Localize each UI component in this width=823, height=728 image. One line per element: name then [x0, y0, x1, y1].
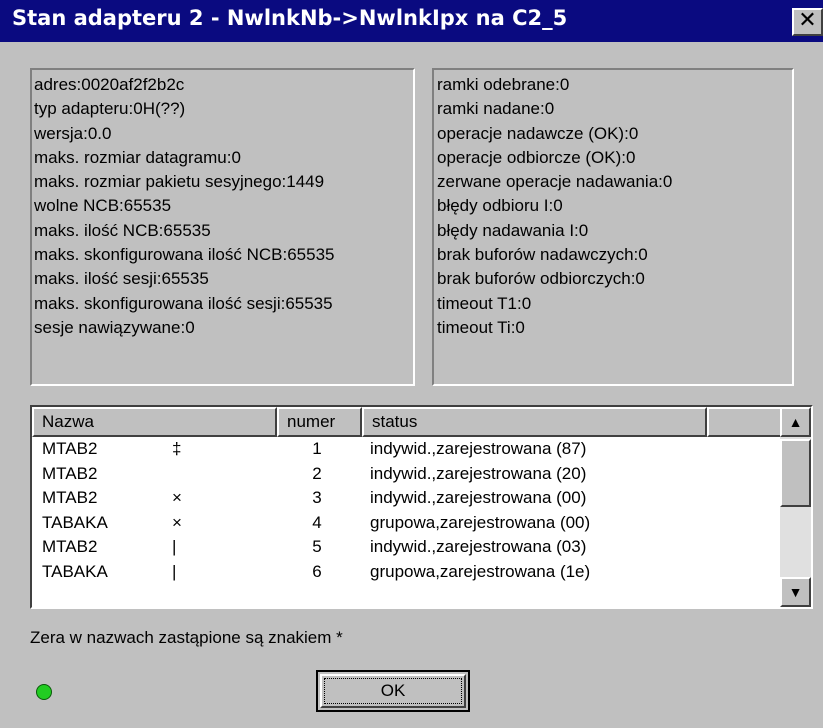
- status-cell: indywid.,zarejestrowana (00): [370, 488, 587, 507]
- number-cell: 1: [312, 439, 322, 458]
- arrow-up-icon: ▲: [788, 414, 803, 430]
- status-cell: grupowa,zarejestrowana (1e): [370, 561, 591, 581]
- scroll-up-button[interactable]: ▲: [780, 407, 811, 437]
- info-line: wolne NCB:65535: [34, 196, 172, 216]
- name-mark: ×: [172, 512, 182, 532]
- name-cell: TABAKA: [42, 512, 108, 532]
- status-cell: indywid.,zarejestrowana (87): [370, 439, 587, 458]
- close-button[interactable]: ✕: [792, 8, 823, 36]
- info-line: maks. rozmiar pakietu sesyjnego:1449: [34, 172, 325, 192]
- info-line: adres:0020af2f2b2c: [34, 75, 185, 94]
- scroll-down-button[interactable]: ▼: [780, 577, 811, 607]
- table-row[interactable]: MTAB2 | 5 indywid.,zarejestrowana (03): [32, 535, 782, 560]
- number-cell: 6: [312, 561, 322, 581]
- name-cell: MTAB2: [42, 537, 98, 556]
- info-line: timeout T1:0: [437, 293, 532, 313]
- names-list[interactable]: Nazwa numer status MTAB2 ‡ 1 indywid.,zarej…: [30, 405, 813, 609]
- name-cell: MTAB2: [42, 488, 98, 507]
- column-header-empty[interactable]: [707, 407, 782, 437]
- info-line: wersja:0.0: [34, 123, 112, 143]
- number-cell: 5: [312, 537, 322, 556]
- info-line: maks. skonfigurowana ilość NCB:65535: [34, 245, 335, 265]
- column-header-numer[interactable]: numer: [277, 407, 362, 437]
- info-line: zerwane operacje nadawania:0: [437, 172, 673, 192]
- name-mark: |: [172, 561, 177, 581]
- name-cell: MTAB2: [42, 439, 98, 458]
- arrow-down-icon: ▼: [788, 584, 803, 600]
- frame-stats-panel: ramki odebrane:0 ramki nadane:0 operacje n…: [432, 68, 794, 386]
- info-line: maks. rozmiar datagramu:0: [34, 147, 241, 167]
- status-cell: indywid.,zarejestrowana (03): [370, 537, 587, 556]
- number-cell: 2: [312, 463, 322, 483]
- table-row[interactable]: MTAB2 ‡ 1 indywid.,zarejestrowana (87): [32, 437, 782, 462]
- number-cell: 3: [312, 488, 322, 507]
- ok-button[interactable]: OK: [316, 670, 470, 712]
- column-header-status[interactable]: status: [362, 407, 707, 437]
- list-header: Nazwa numer status: [32, 407, 782, 437]
- adapter-info-panel: adres:0020af2f2b2c typ adapteru:0H(??) wer…: [30, 68, 415, 386]
- info-line: operacje odbiorcze (OK):0: [437, 147, 636, 167]
- zero-replacement-note: Zera w nazwach zastąpione są znakiem *: [30, 628, 343, 647]
- info-line: maks. skonfigurowana ilość sesji:65535: [34, 293, 333, 313]
- close-icon: ✕: [798, 8, 817, 33]
- info-line: maks. ilość sesji:65535: [34, 269, 209, 289]
- table-row[interactable]: TABAKA | 6 grupowa,zarejestrowana (1e): [32, 560, 782, 585]
- ok-button-label: OK: [324, 678, 462, 704]
- title-bar: Stan adapteru 2 - NwlnkNb->NwlnkIpx na C…: [0, 0, 823, 42]
- info-line: błędy odbioru I:0: [437, 196, 563, 216]
- info-line: typ adapteru:0H(??): [34, 99, 186, 119]
- info-line: timeout Ti:0: [437, 317, 525, 337]
- info-line: ramki odebrane:0: [437, 75, 570, 94]
- table-row[interactable]: MTAB2 2 indywid.,zarejestrowana (20): [32, 462, 782, 487]
- name-mark: |: [172, 537, 177, 556]
- info-line: ramki nadane:0: [437, 99, 555, 119]
- table-row[interactable]: MTAB2 × 3 indywid.,zarejestrowana (00): [32, 486, 782, 511]
- window-title: Stan adapteru 2 - NwlnkNb->NwlnkIpx na C…: [12, 6, 568, 30]
- info-line: maks. ilość NCB:65535: [34, 220, 211, 240]
- status-cell: grupowa,zarejestrowana (00): [370, 512, 591, 532]
- info-line: brak buforów odbiorczych:0: [437, 269, 645, 289]
- name-cell: TABAKA: [42, 561, 108, 581]
- name-cell: MTAB2: [42, 463, 98, 483]
- vertical-scrollbar[interactable]: ▲ ▼: [780, 407, 811, 607]
- status-cell: indywid.,zarejestrowana (20): [370, 463, 587, 483]
- name-mark: ‡: [172, 439, 182, 458]
- info-line: sesje nawiązywane:0: [34, 317, 195, 337]
- number-cell: 4: [312, 512, 322, 532]
- table-row[interactable]: TABAKA × 4 grupowa,zarejestrowana (00): [32, 511, 782, 536]
- scroll-thumb[interactable]: [780, 439, 811, 507]
- info-line: błędy nadawania I:0: [437, 220, 589, 240]
- column-header-nazwa[interactable]: Nazwa: [32, 407, 277, 437]
- info-line: operacje nadawcze (OK):0: [437, 123, 639, 143]
- list-rows: MTAB2 ‡ 1 indywid.,zarejestrowana (87) MTAB2…: [32, 437, 782, 584]
- name-mark: ×: [172, 488, 182, 507]
- info-line: brak buforów nadawczych:0: [437, 245, 648, 265]
- status-led-icon: [36, 684, 52, 700]
